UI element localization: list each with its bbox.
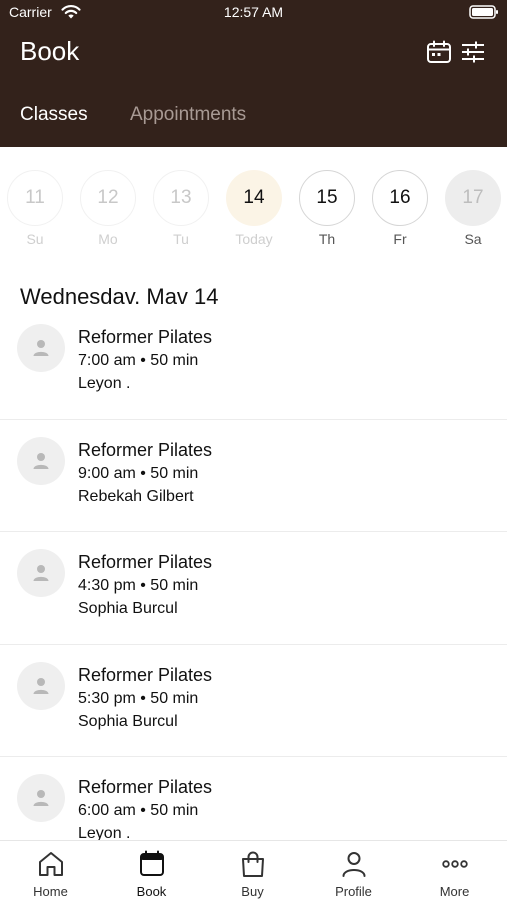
day-number: 11	[7, 170, 63, 226]
week-selector: 11 Su 12 Mo 13 Tu 14 Today 15 Th 16 Fr 1…	[0, 147, 507, 257]
person-icon	[33, 790, 49, 806]
day-label: Fr	[393, 231, 407, 247]
tab-appointments[interactable]: Appointments	[130, 104, 246, 126]
nav-home[interactable]: Home	[0, 841, 101, 900]
nav-label: Buy	[241, 884, 264, 899]
day-label: Today	[235, 231, 273, 247]
day-number: 14	[226, 170, 282, 226]
nav-more[interactable]: More	[404, 841, 505, 900]
class-time: 9:00 am • 50 min	[78, 464, 199, 482]
class-time: 4:30 pm • 50 min	[78, 577, 199, 594]
person-icon	[33, 565, 49, 581]
class-item[interactable]: Reformer Pilates 9:00 am • 50 min Rebeka…	[0, 420, 507, 532]
header: Carrier 12:57 AM Book Classes Appointmen…	[0, 0, 507, 147]
class-time: 7:00 am • 50 min	[78, 352, 199, 369]
class-instructor: Rebekah Gilbert	[78, 487, 194, 505]
class-item[interactable]: Reformer Pilates 4:30 pm • 50 min Sophia…	[0, 532, 507, 645]
day-13[interactable]: 13 Tu	[153, 170, 209, 247]
day-15[interactable]: 15 Th	[299, 170, 355, 247]
more-icon	[442, 860, 468, 868]
day-label: Mo	[98, 231, 118, 247]
day-label: Th	[318, 231, 336, 247]
day-label: Sa	[464, 231, 482, 247]
status-time: 12:57 AM	[223, 4, 284, 20]
day-number: 13	[153, 170, 209, 226]
calendar-icon	[140, 850, 164, 876]
avatar	[17, 549, 65, 597]
class-name: Reformer Pilates	[78, 552, 213, 572]
day-11[interactable]: 11 Su	[7, 170, 63, 247]
day-16[interactable]: 16 Fr	[372, 170, 428, 247]
person-icon	[33, 452, 49, 469]
profile-icon	[342, 852, 366, 877]
day-17[interactable]: 17 Sa	[445, 170, 501, 247]
nav-book[interactable]: Book	[101, 841, 202, 900]
class-item[interactable]: Reformer Pilates 6:00 am • 50 min Leyon …	[0, 757, 507, 840]
class-item[interactable]: Reformer Pilates 5:30 pm • 50 min Sophia…	[0, 645, 507, 757]
day-label: Su	[26, 231, 44, 247]
class-instructor: Leyon .	[78, 825, 131, 840]
nav-label: Book	[136, 884, 167, 899]
class-name: Reformer Pilates	[78, 439, 213, 460]
class-list: Reformer Pilates 7:00 am • 50 min Leyon …	[0, 307, 507, 840]
nav-label: Home	[33, 884, 68, 899]
day-14-today[interactable]: 14 Today	[226, 170, 282, 247]
class-item[interactable]: Reformer Pilates 7:00 am • 50 min Leyon …	[0, 307, 507, 420]
day-number: 16	[372, 170, 428, 226]
nav-label: Profile	[335, 884, 372, 899]
calendar-icon[interactable]	[426, 40, 452, 64]
class-instructor: Leyon .	[78, 375, 131, 392]
class-instructor: Sophia Burcul	[78, 600, 178, 617]
avatar	[17, 774, 65, 822]
bottom-nav: Home Book Buy Profile More	[0, 840, 507, 900]
day-number: 12	[80, 170, 136, 226]
battery-icon	[469, 5, 498, 19]
day-label: Tu	[173, 231, 189, 247]
page-title: Book	[20, 36, 80, 66]
class-time: 5:30 pm • 50 min	[78, 689, 199, 707]
nav-buy[interactable]: Buy	[202, 841, 303, 900]
person-icon	[33, 340, 49, 356]
avatar	[17, 661, 65, 710]
nav-profile[interactable]: Profile	[303, 841, 404, 900]
class-instructor: Sophia Burcul	[78, 712, 178, 730]
day-number: 17	[445, 170, 501, 226]
avatar	[17, 324, 65, 372]
day-12[interactable]: 12 Mo	[80, 170, 136, 247]
class-name: Reformer Pilates	[78, 327, 213, 347]
shopping-bag-icon	[242, 851, 264, 877]
filter-icon[interactable]	[461, 41, 485, 63]
person-icon	[33, 677, 49, 694]
day-number: 15	[299, 170, 355, 226]
tab-classes[interactable]: Classes	[20, 104, 88, 126]
home-icon	[39, 852, 63, 876]
class-name: Reformer Pilates	[78, 664, 213, 685]
avatar	[17, 436, 65, 485]
status-bar: Carrier 12:57 AM	[0, 0, 507, 26]
nav-label: More	[439, 884, 470, 899]
class-time: 6:00 am • 50 min	[78, 802, 199, 819]
class-name: Reformer Pilates	[78, 777, 213, 797]
